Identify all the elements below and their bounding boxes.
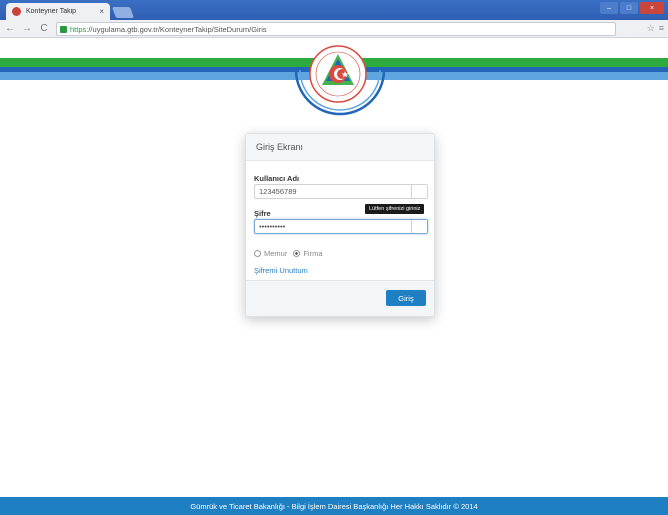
reload-icon[interactable]: C [37, 23, 51, 34]
browser-titlebar: Konteyner Takip × – □ × [0, 0, 668, 20]
password-addon [411, 220, 427, 233]
close-window-button[interactable]: × [640, 2, 664, 14]
username-label: Kullanıcı Adı [254, 174, 300, 183]
tab-title: Konteyner Takip [26, 8, 77, 15]
user-type-radio-group: Memur Firma [254, 249, 323, 258]
back-arrow-icon[interactable]: ← [3, 23, 17, 34]
ministry-emblem-icon [309, 45, 367, 103]
maximize-button[interactable]: □ [620, 2, 638, 14]
radio-firma[interactable] [293, 250, 301, 257]
forgot-password-link[interactable]: Şifremi Unuttum [254, 266, 308, 275]
minimize-button[interactable]: – [600, 2, 618, 14]
radio-firma-label: Firma [303, 249, 323, 258]
page-footer: Gümrük ve Ticaret Bakanlığı - Bilgi İşle… [0, 497, 668, 515]
login-panel-title: Giriş Ekranı [256, 142, 304, 152]
toolbar-right-icons: ☆ ≡ [647, 23, 664, 34]
browser-tab[interactable]: Konteyner Takip × [6, 3, 110, 20]
login-panel-footer: Giriş [246, 280, 434, 316]
radio-memur-label: Memur [264, 249, 288, 258]
password-value: •••••••••• [259, 222, 286, 231]
password-input[interactable]: •••••••••• [254, 219, 428, 234]
footer-text: Gümrük ve Ticaret Bakanlığı - Bilgi İşle… [190, 501, 478, 511]
login-panel: Giriş Ekranı Kullanıcı Adı 123456789 Şif… [245, 133, 435, 317]
username-value: 123456789 [259, 187, 297, 196]
username-addon [411, 185, 427, 198]
window-controls: – □ × [600, 2, 664, 14]
password-label: Şifre [254, 209, 271, 218]
login-button[interactable]: Giriş [386, 290, 426, 306]
favicon-icon [12, 7, 21, 16]
password-tooltip: Lütfen şifrenizi giriniz [365, 204, 425, 214]
radio-memur[interactable] [254, 250, 261, 257]
address-bar[interactable]: https ://uygulama.gtb.gov.tr/KonteynerTa… [56, 22, 616, 36]
lock-icon [60, 25, 67, 33]
url-scheme: https [70, 24, 87, 34]
tab-close-icon[interactable]: × [99, 7, 104, 16]
menu-icon[interactable]: ≡ [659, 23, 664, 34]
browser-toolbar: ← → C https ://uygulama.gtb.gov.tr/Konte… [0, 20, 668, 38]
url-path: ://uygulama.gtb.gov.tr/KonteynerTakip/Si… [86, 24, 267, 34]
login-panel-heading: Giriş Ekranı [246, 134, 434, 161]
forward-arrow-icon[interactable]: → [20, 23, 34, 34]
new-tab-button[interactable] [111, 7, 135, 18]
username-input[interactable]: 123456789 [254, 184, 428, 199]
bookmark-star-icon[interactable]: ☆ [647, 23, 655, 34]
